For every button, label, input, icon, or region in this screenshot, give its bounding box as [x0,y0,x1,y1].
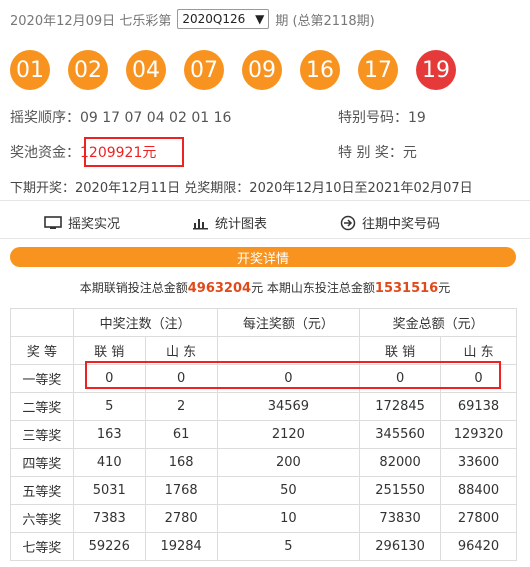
joint-count: 410 [72,448,146,477]
sd-count: 1768 [144,476,218,505]
draw-video-label: 摇奖实况 [68,217,121,232]
table-row: 三等奖 163 61 2120 345560 129320 [10,420,517,449]
number-ball: 04 [126,50,166,90]
special-number-value: 19 [408,110,426,126]
first-prize-highlight [85,361,501,389]
total-joint-sales: 4963204 [187,281,252,296]
joint-count: 5 [72,392,146,421]
joint-count: 163 [72,420,146,449]
prize-pool-highlight [84,137,184,167]
draw-order: 摇奖顺序：09 17 07 04 02 01 16 [10,107,231,127]
period-suffix: 期 (总第2118期) [275,13,375,29]
draw-video-link[interactable]: 摇奖实况 [44,213,120,232]
summary-suffix: 元 [438,281,451,295]
table-row: 五等奖 5031 1768 50 251550 88400 [10,476,517,505]
sd-count: 19284 [144,532,218,561]
joint-total: 251550 [359,476,442,505]
sd-count: 2 [144,392,218,421]
prize-level: 七等奖 [10,532,74,561]
dropdown-arrow-icon: ▼ [255,12,265,26]
per-prize: 5 [216,532,361,561]
header-total-prize: 奖金总额（元） [359,308,517,337]
period-select[interactable]: 2020Q126 ▼ [177,9,270,29]
header-empty [10,308,74,337]
header-per-prize: 每注奖额（元） [216,308,361,337]
per-prize: 34569 [216,392,361,421]
table-row: 六等奖 7383 2780 10 73830 27800 [10,504,517,533]
sd-count: 2780 [144,504,218,533]
per-prize: 50 [216,476,361,505]
stats-chart-link[interactable]: 统计图表 [193,213,267,232]
number-ball: 01 [10,50,50,90]
prize-level: 二等奖 [10,392,74,421]
divider [0,200,530,201]
prize-level: 六等奖 [10,504,74,533]
table-row: 四等奖 410 168 200 82000 33600 [10,448,517,477]
per-prize: 200 [216,448,361,477]
number-ball: 17 [358,50,398,90]
summary-prefix: 本期联销投注总金额 [79,281,188,295]
number-ball: 02 [68,50,108,90]
special-prize-label: 特 别 奖： [338,145,403,161]
draw-details-bar: 开奖详情 [10,247,516,267]
joint-count: 7383 [72,504,146,533]
arrow-circle-icon [340,215,356,230]
draw-order-value: 09 17 07 04 02 01 16 [80,110,232,126]
sd-total: 96420 [440,532,517,561]
table-row: 七等奖 59226 19284 5 296130 96420 [10,532,517,561]
per-prize: 2120 [216,420,361,449]
joint-total: 345560 [359,420,442,449]
draw-date: 2020年12月09日 [10,13,116,29]
prize-level: 三等奖 [10,420,74,449]
number-ball: 07 [184,50,224,90]
sd-total: 129320 [440,420,517,449]
joint-count: 5031 [72,476,146,505]
header-win-count: 中奖注数（注） [72,308,218,337]
stats-chart-label: 统计图表 [215,217,268,232]
sd-count: 61 [144,420,218,449]
prize-level: 五等奖 [10,476,74,505]
prize-pool-label: 奖池资金： [10,145,80,161]
lottery-name: 七乐彩第 [119,13,172,29]
sd-total: 69138 [440,392,517,421]
number-ball: 09 [242,50,282,90]
history-label: 往期中奖号码 [362,217,441,232]
joint-count: 59226 [72,532,146,561]
joint-total: 82000 [359,448,442,477]
header-bar: 2020年12月09日 七乐彩第 2020Q126 ▼ 期 (总第2118期) [10,8,375,30]
sales-summary: 本期联销投注总金额4963204元 本期山东投注总金额1531516元 [0,279,530,296]
table-header-row: 中奖注数（注） 每注奖额（元） 奖金总额（元） [10,308,517,337]
prize-table: 中奖注数（注） 每注奖额（元） 奖金总额（元） 奖 等 联 销 山 东 联 销 … [10,308,517,561]
number-ball: 16 [300,50,340,90]
summary-middle: 元 本期山东投注总金额 [251,281,375,295]
sd-count: 168 [144,448,218,477]
bar-chart-icon [193,218,208,229]
total-sd-sales: 1531516 [374,281,439,296]
special-prize: 特 别 奖：元 [338,142,417,162]
joint-total: 172845 [359,392,442,421]
prize-level: 一等奖 [10,364,74,393]
special-number-label: 特别号码： [338,110,408,126]
monitor-icon [44,215,62,229]
sd-total: 33600 [440,448,517,477]
joint-total: 73830 [359,504,442,533]
per-prize: 10 [216,504,361,533]
joint-total: 296130 [359,532,442,561]
next-draw-info: 下期开奖：2020年12月11日 兑奖期限：2020年12月10日至2021年0… [10,181,473,196]
special-number-ball: 19 [416,50,456,90]
table-row: 二等奖 5 2 34569 172845 69138 [10,392,517,421]
sd-total: 88400 [440,476,517,505]
history-link[interactable]: 往期中奖号码 [340,213,440,232]
sd-total: 27800 [440,504,517,533]
winning-numbers: 01 02 04 07 09 16 17 19 [10,50,474,90]
divider [0,238,530,239]
draw-order-label: 摇奖顺序： [10,110,80,126]
prize-level: 四等奖 [10,448,74,477]
period-selected: 2020Q126 [182,12,246,26]
special-prize-value: 元 [402,145,417,161]
header-level: 奖 等 [10,336,74,365]
special-number: 特别号码：19 [338,107,426,127]
